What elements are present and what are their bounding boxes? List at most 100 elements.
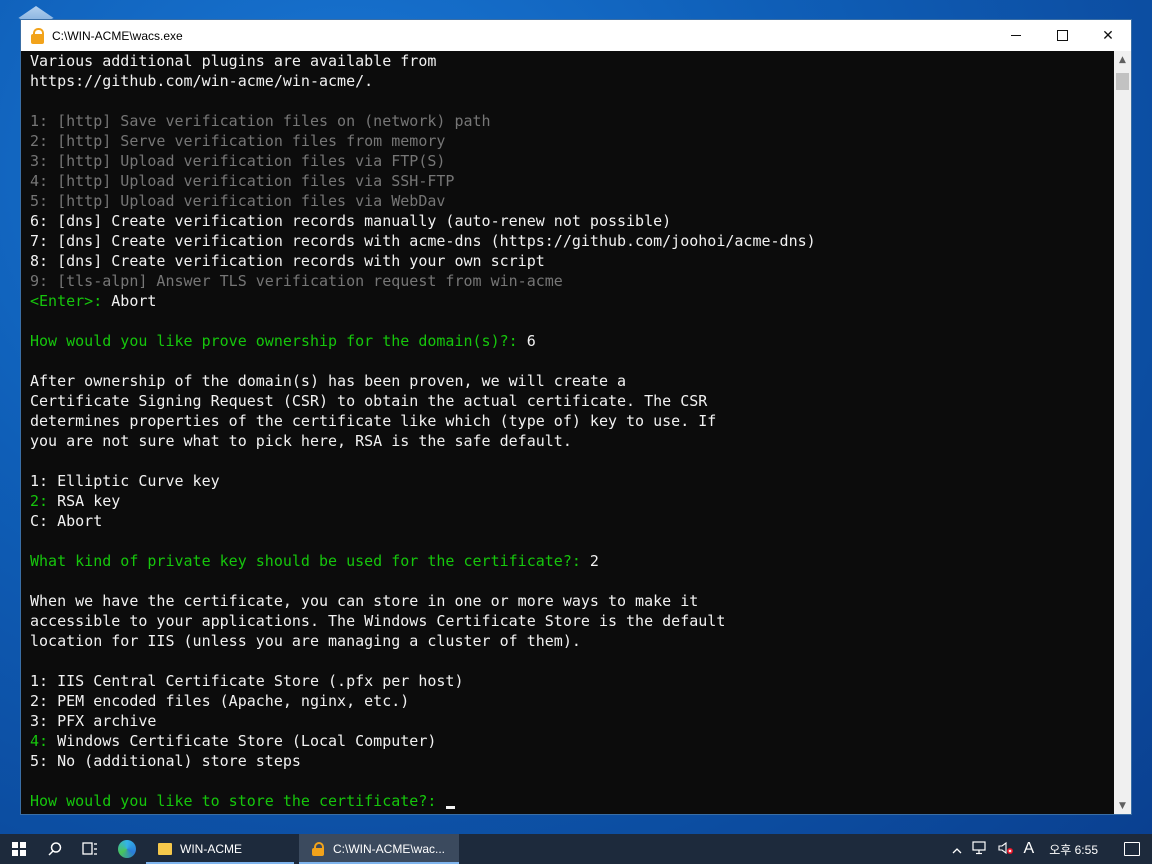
start-button[interactable] [0,834,38,864]
taskbar-item-explorer[interactable]: WIN-ACME [146,834,294,864]
console-line: After ownership of the domain(s) has bee… [30,371,1115,391]
console-text: 5: [http] Upload verification files via … [30,192,446,210]
console-line: https://github.com/win-acme/win-acme/. [30,71,1115,91]
console-line: 1: Elliptic Curve key [30,471,1115,491]
notification-button[interactable] [1112,842,1152,856]
console-text: location for IIS (unless you are managin… [30,632,581,650]
console-line: How would you like prove ownership for t… [30,331,1115,351]
console-text: 2: [30,492,58,510]
minimize-icon [1011,35,1021,36]
console-line: What kind of private key should be used … [30,551,1115,571]
console-text: How would you like prove ownership for t… [30,332,527,350]
console-text: Certificate Signing Request (CSR) to obt… [30,392,708,410]
console-text: 1: Elliptic Curve key [30,472,220,490]
windows-logo-icon [12,842,26,856]
console-line: 4: [http] Upload verification files via … [30,171,1115,191]
task-view-icon [82,842,97,855]
console-output[interactable]: Various additional plugins are available… [30,51,1115,814]
close-icon: ✕ [1102,27,1114,44]
close-button[interactable]: ✕ [1085,20,1131,51]
taskbar-item-label: WIN-ACME [180,842,242,856]
console-text: 7: [dns] Create verification records wit… [30,232,816,250]
console-text: 2: [http] Serve verification files from … [30,132,446,150]
taskbar-item-label: C:\WIN-ACME\wac... [333,842,446,856]
search-button[interactable] [38,834,72,864]
taskbar-item-console[interactable]: C:\WIN-ACME\wac... [299,834,459,864]
console-text: 6: [dns] Create verification records man… [30,212,672,230]
console-window: C:\WIN-ACME\wacs.exe ✕ Various additiona… [20,19,1132,815]
console-text: 2: PEM encoded files (Apache, nginx, etc… [30,692,410,710]
console-line: 7: [dns] Create verification records wit… [30,231,1115,251]
scroll-down-icon[interactable]: ▼ [1114,797,1131,814]
lock-icon [311,842,325,856]
console-line: 9: [tls-alpn] Answer TLS verification re… [30,271,1115,291]
minimize-button[interactable] [993,20,1039,51]
network-icon[interactable] [967,840,993,858]
ime-indicator[interactable]: A [1019,840,1040,858]
console-text: <Enter>: [30,292,112,310]
console-line: 8: [dns] Create verification records wit… [30,251,1115,271]
console-text: accessible to your applications. The Win… [30,612,726,630]
console-text: determines properties of the certificate… [30,412,717,430]
console-text: What kind of private key should be used … [30,552,590,570]
clock[interactable]: 오후 6:55 [1039,841,1112,858]
console-text: RSA key [57,492,121,510]
console-line: When we have the certificate, you can st… [30,591,1115,611]
edge-button[interactable] [108,834,146,864]
console-line: 3: [http] Upload verification files via … [30,151,1115,171]
console-text: 1: IIS Central Certificate Store (.pfx p… [30,672,464,690]
console-text: 9: [tls-alpn] Answer TLS verification re… [30,272,563,290]
system-tray: A 오후 6:55 [947,834,1152,864]
console-text: How would you like to store the certific… [30,792,446,810]
console-text: When we have the certificate, you can st… [30,592,699,610]
console-line: accessible to your applications. The Win… [30,611,1115,631]
console-line: 2: [http] Serve verification files from … [30,131,1115,151]
volume-muted-icon[interactable] [993,841,1019,858]
vertical-scrollbar[interactable]: ▲ ▼ [1114,51,1131,814]
maximize-button[interactable] [1039,20,1085,51]
console-line: 4: Windows Certificate Store (Local Comp… [30,731,1115,751]
console-text: After ownership of the domain(s) has bee… [30,372,627,390]
console-text: you are not sure what to pick here, RSA … [30,432,572,450]
console-line: How would you like to store the certific… [30,791,1115,811]
console-line: 5: [http] Upload verification files via … [30,191,1115,211]
console-line: location for IIS (unless you are managin… [30,631,1115,651]
console-text: 8: [dns] Create verification records wit… [30,252,545,270]
console-line: <Enter>: Abort [30,291,1115,311]
taskbar: WIN-ACME C:\WIN-ACME\wac... A 오후 6:55 [0,834,1152,864]
search-icon [48,842,62,856]
console-text: Various additional plugins are available… [30,52,437,70]
chevron-up-icon[interactable] [947,842,967,857]
console-line: 6: [dns] Create verification records man… [30,211,1115,231]
console-text: 3: PFX archive [30,712,157,730]
title-bar[interactable]: C:\WIN-ACME\wacs.exe ✕ [21,20,1131,51]
scrollbar-thumb[interactable] [1116,73,1129,90]
edge-icon [118,840,136,858]
console-line: Certificate Signing Request (CSR) to obt… [30,391,1115,411]
console-text: 5: No (additional) store steps [30,752,301,770]
console-line: determines properties of the certificate… [30,411,1115,431]
console-line: 5: No (additional) store steps [30,751,1115,771]
notification-icon [1124,842,1140,856]
console-text: 4: [30,732,58,750]
folder-icon [158,843,172,855]
scroll-up-icon[interactable]: ▲ [1114,51,1131,68]
window-title: C:\WIN-ACME\wacs.exe [52,28,183,43]
console-line: C: Abort [30,511,1115,531]
console-line: 1: IIS Central Certificate Store (.pfx p… [30,671,1115,691]
console-line: 1: [http] Save verification files on (ne… [30,111,1115,131]
console-line: Various additional plugins are available… [30,51,1115,71]
console-text: 4: [http] Upload verification files via … [30,172,455,190]
lock-icon [30,27,46,44]
task-view-button[interactable] [72,834,108,864]
console-text: 2 [589,552,599,570]
console-text: https://github.com/win-acme/win-acme/. [30,72,374,90]
console-line: 3: PFX archive [30,711,1115,731]
